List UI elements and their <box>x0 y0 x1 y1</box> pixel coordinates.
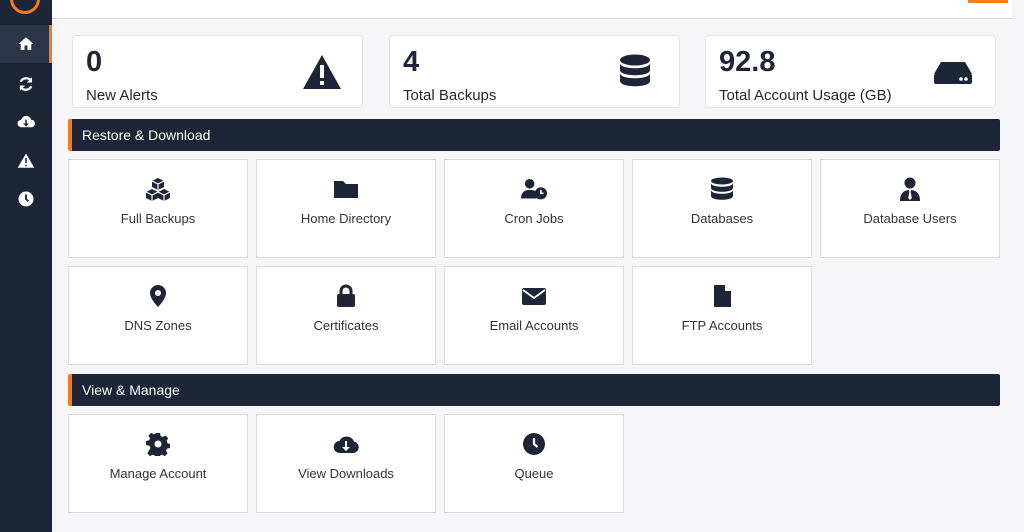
stat-account-usage: 92.8 Total Account Usage (GB) <box>705 35 996 108</box>
tile-database-users[interactable]: Database Users <box>820 159 1000 258</box>
tile-label: Full Backups <box>120 211 196 226</box>
refresh-icon <box>19 77 33 91</box>
tile-ftp-accounts[interactable]: FTP Accounts <box>632 266 812 365</box>
hard-drive-icon <box>934 62 972 84</box>
nav-alerts[interactable] <box>0 142 52 180</box>
warning-icon <box>303 55 341 89</box>
tile-label: Email Accounts <box>489 318 579 333</box>
user-clock-icon <box>521 179 547 200</box>
stat-value: 92.8 <box>719 46 776 78</box>
database-icon <box>711 177 733 200</box>
database-icon <box>620 54 650 87</box>
warning-icon <box>17 153 35 168</box>
tile-label: Database Users <box>863 211 957 226</box>
cloud-download-icon <box>333 436 359 454</box>
home-icon <box>18 37 34 50</box>
envelope-icon <box>522 288 546 305</box>
tile-databases[interactable]: Databases <box>632 159 812 258</box>
cloud-download-icon <box>17 115 35 128</box>
cubes-icon <box>145 178 171 201</box>
folder-icon <box>334 181 358 198</box>
logo[interactable] <box>10 0 40 14</box>
tile-full-backups[interactable]: Full Backups <box>68 159 248 258</box>
map-marker-icon <box>150 285 166 307</box>
gear-icon <box>146 432 170 456</box>
section-header-restore: Restore & Download <box>68 119 1000 151</box>
top-accent <box>968 0 1008 3</box>
tile-queue[interactable]: Queue <box>444 414 624 513</box>
stat-label: New Alerts <box>86 87 158 104</box>
tile-label: Certificates <box>313 318 379 333</box>
stat-total-backups: 4 Total Backups <box>389 35 680 108</box>
nav-downloads[interactable] <box>0 103 52 141</box>
tile-label: DNS Zones <box>124 318 192 333</box>
tile-cron-jobs[interactable]: Cron Jobs <box>444 159 624 258</box>
tile-label: Cron Jobs <box>504 211 564 226</box>
tile-email-accounts[interactable]: Email Accounts <box>444 266 624 365</box>
lock-icon <box>337 284 355 307</box>
stat-value: 0 <box>86 46 103 78</box>
nav-queue[interactable] <box>0 180 52 218</box>
top-bar <box>52 0 1012 19</box>
stat-label: Total Backups <box>403 87 497 104</box>
tile-manage-account[interactable]: Manage Account <box>68 414 248 513</box>
stat-value: 4 <box>403 46 420 78</box>
tile-label: Queue <box>514 466 554 481</box>
tile-certificates[interactable]: Certificates <box>256 266 436 365</box>
clock-icon <box>18 191 34 207</box>
nav-sync[interactable] <box>0 65 52 103</box>
tile-label: Databases <box>690 211 754 226</box>
stat-new-alerts: 0 New Alerts <box>72 35 363 108</box>
tile-label: Manage Account <box>109 466 207 481</box>
tile-label: View Downloads <box>298 466 394 481</box>
tile-label: Home Directory <box>300 211 392 226</box>
stat-label: Total Account Usage (GB) <box>719 87 892 104</box>
nav-home[interactable] <box>0 25 52 63</box>
tile-dns-zones[interactable]: DNS Zones <box>68 266 248 365</box>
tile-home-directory[interactable]: Home Directory <box>256 159 436 258</box>
sidebar <box>0 0 52 532</box>
section-header-view: View & Manage <box>68 374 1000 406</box>
user-tie-icon <box>900 177 920 201</box>
file-icon <box>714 285 731 307</box>
clock-icon <box>523 433 545 455</box>
tile-view-downloads[interactable]: View Downloads <box>256 414 436 513</box>
tile-label: FTP Accounts <box>681 318 763 333</box>
